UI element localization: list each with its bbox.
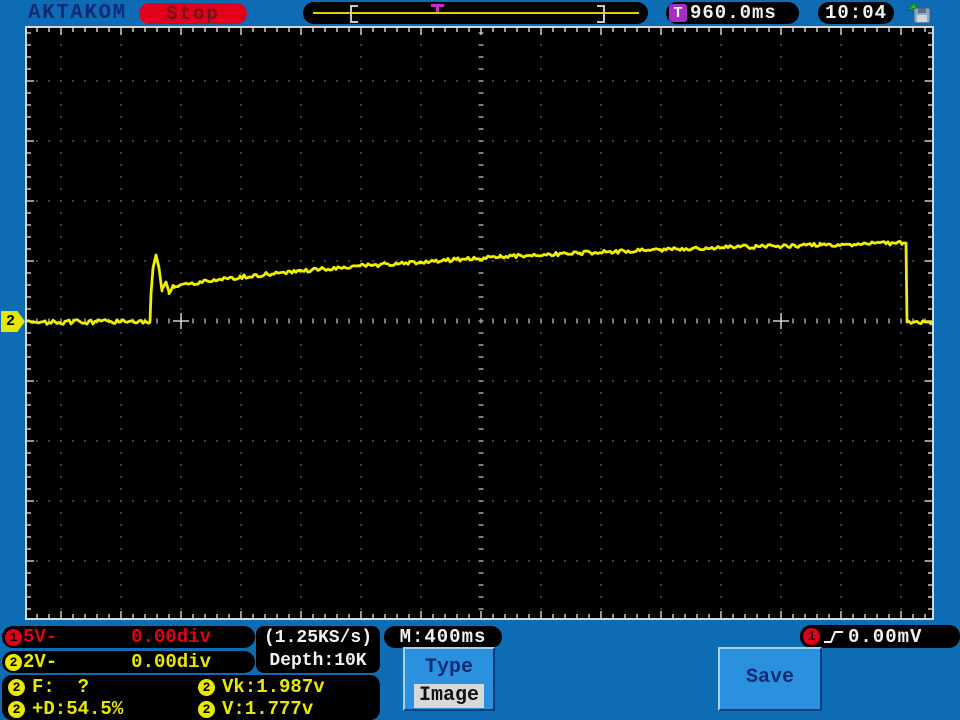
trigger-position-bar: [303, 2, 648, 24]
measurement-value: F: ?: [32, 676, 90, 698]
channel1-badge: 1: [5, 628, 22, 646]
ch2-trace: [25, 240, 934, 326]
measurement-frequency: 2 F: ?: [2, 676, 192, 698]
sample-rate: (1.25KS/s): [263, 627, 373, 648]
channel2-position-label: 2: [6, 313, 16, 330]
channel2-badge: 2: [8, 700, 25, 718]
channel2-position: 0.00div: [131, 651, 211, 673]
trigger-position-icon-stem: [436, 7, 439, 12]
channel1-readout: 1 5V- 0.00div: [2, 626, 255, 648]
usb-disk-icon: [906, 2, 931, 24]
oscilloscope-ui: AKTAKOM Stop T 960.0ms 10:04 2 1 5V- 0.0…: [0, 0, 960, 720]
type-label: Type: [424, 656, 473, 679]
run-stop-status[interactable]: Stop: [139, 2, 247, 25]
display-area: [25, 26, 934, 620]
measurement-value: Vk:1.987v: [222, 676, 325, 698]
brand-logo: AKTAKOM: [28, 2, 127, 25]
save-button[interactable]: Save: [718, 647, 822, 711]
trigger-delay-readout: T 960.0ms: [666, 2, 799, 24]
rising-edge-icon: [824, 630, 843, 643]
channel2-scale: 2V-: [23, 651, 58, 673]
channel1-scale: 5V-: [23, 626, 58, 648]
trigger-delay-value: 960.0ms: [690, 2, 777, 24]
channel1-position: 0.00div: [131, 626, 211, 648]
graticule: [27, 28, 932, 618]
clock-readout: 10:04: [818, 2, 894, 24]
clock-value: 10:04: [824, 2, 887, 24]
run-stop-label: Stop: [166, 2, 220, 25]
measurement-value: V:1.777v: [222, 698, 314, 720]
channel2-badge: 2: [198, 678, 215, 696]
timebase-value: M:400ms: [399, 626, 487, 648]
measurement-voltage: 2 V:1.777v: [192, 698, 380, 720]
acquisition-readout: (1.25KS/s) Depth:10K: [256, 626, 380, 673]
measurement-vk: 2 Vk:1.987v: [192, 676, 380, 698]
trigger-level-value: 0.00mV: [848, 625, 923, 648]
type-selected-value[interactable]: Image: [414, 684, 484, 708]
memory-depth: Depth:10K: [269, 650, 367, 671]
measurement-duty: 2 +D:54.5%: [2, 698, 192, 720]
channel2-badge: 2: [5, 653, 22, 671]
measurement-value: +D:54.5%: [32, 698, 124, 720]
window-bracket-left-icon: [350, 5, 358, 23]
trigger-t-icon: T: [669, 4, 687, 22]
waveform-canvas: [25, 28, 934, 618]
trigger-source-badge: 1: [803, 628, 820, 645]
timebase-readout: M:400ms: [384, 626, 502, 648]
memory-window-line: [313, 12, 639, 14]
window-bracket-right-icon: [597, 5, 605, 23]
trigger-level-readout: 1 0.00mV: [800, 625, 960, 648]
channel2-readout: 2 2V- 0.00div: [2, 651, 255, 673]
channel2-badge: 2: [8, 678, 25, 696]
channel2-position-marker[interactable]: 2: [1, 311, 25, 332]
channel2-badge: 2: [198, 700, 215, 718]
type-menu-button[interactable]: Type Image: [403, 647, 495, 711]
measurements-panel: 2 F: ? 2 Vk:1.987v 2 +D:54.5% 2 V:1.777v: [2, 675, 380, 720]
